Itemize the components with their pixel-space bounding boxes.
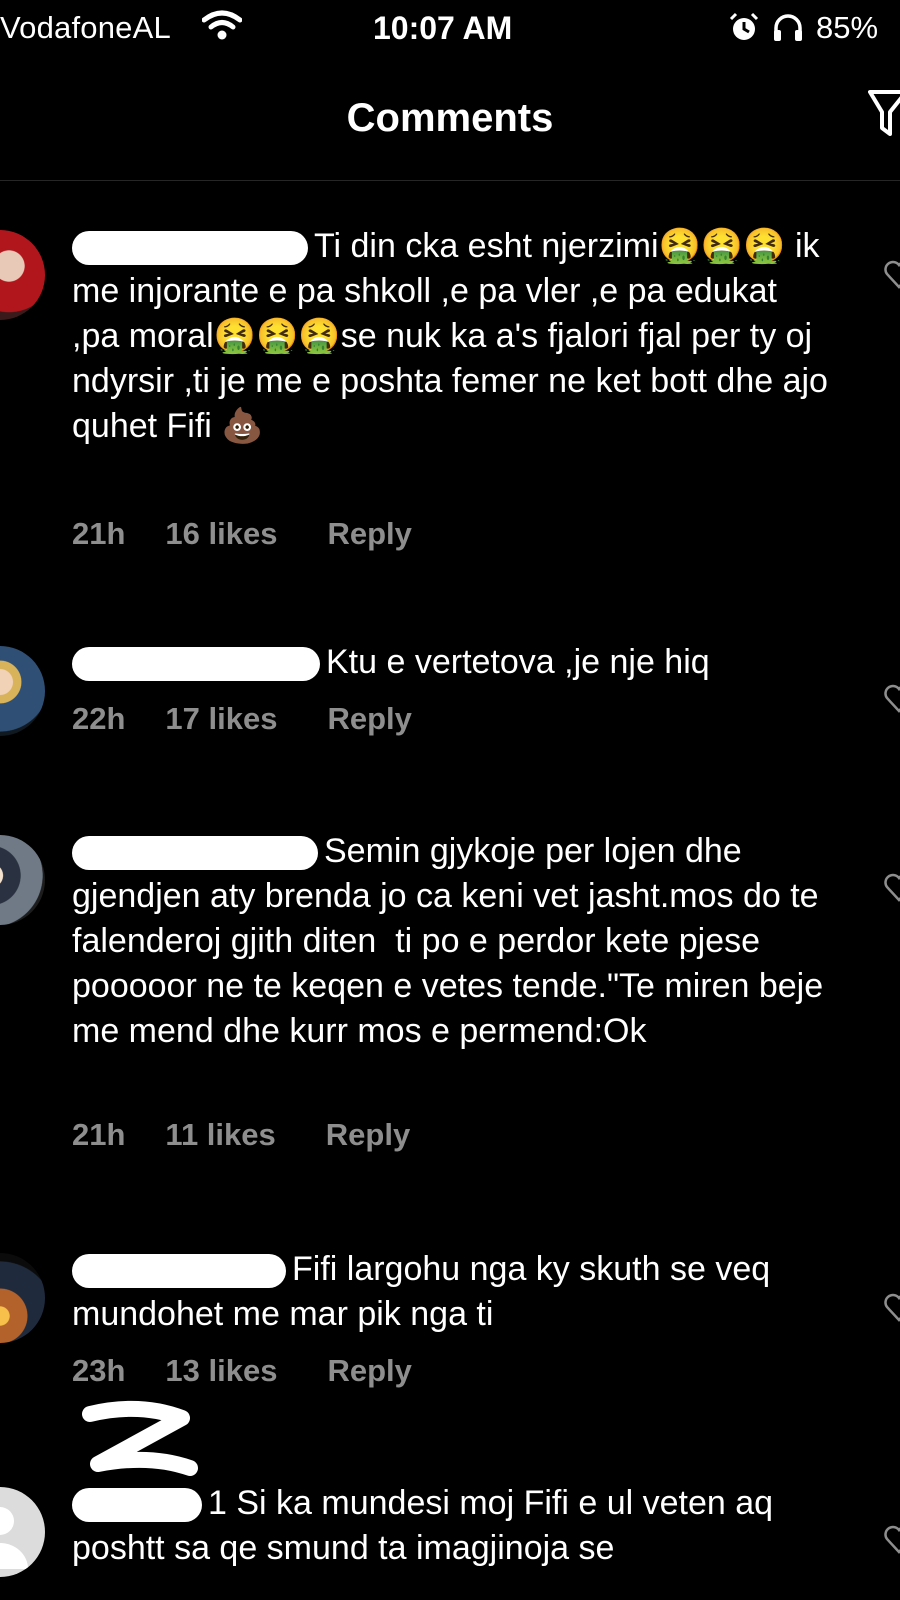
alarm-icon: [729, 12, 759, 40]
comment-time: 21h: [72, 516, 126, 551]
comment-username[interactable]: [72, 1254, 286, 1289]
comment-meta: 22h 17 likes Reply: [72, 701, 412, 737]
comment-meta: 23h 13 likes Reply: [72, 1353, 412, 1389]
reply-button[interactable]: Reply: [327, 701, 411, 737]
page-title: Comments: [346, 96, 554, 140]
comment-meta: 21h 11 likes Reply: [72, 1117, 410, 1153]
wifi-icon: [202, 10, 242, 40]
heart-icon[interactable]: [884, 684, 900, 714]
battery-percentage: 85%: [816, 10, 879, 45]
scribble-redaction: [82, 1400, 198, 1476]
headphones-icon: [774, 14, 802, 41]
carrier-name: VodafoneAL: [0, 10, 171, 45]
avatar[interactable]: [0, 1253, 45, 1343]
status-time: 10:07 AM: [373, 10, 513, 46]
filter-icon[interactable]: [868, 88, 900, 142]
comment-time: 23h: [72, 1353, 126, 1388]
comment-username[interactable]: [72, 231, 308, 266]
comments-header: Comments: [0, 62, 900, 181]
comment-likes[interactable]: 13 likes: [165, 1353, 277, 1389]
comment-likes[interactable]: 16 likes: [165, 516, 277, 552]
reply-button[interactable]: Reply: [327, 516, 411, 552]
heart-icon[interactable]: [884, 260, 900, 290]
comment-username[interactable]: [72, 647, 320, 682]
reply-button[interactable]: Reply: [326, 1117, 410, 1153]
avatar[interactable]: [0, 1487, 45, 1577]
comment-text: Ktu e vertetova ,je nje hiq: [326, 643, 710, 681]
status-bar: VodafoneAL 10:07 AM 85%: [0, 0, 900, 62]
heart-icon[interactable]: [884, 873, 900, 903]
avatar[interactable]: [0, 835, 45, 925]
comment-likes[interactable]: 11 likes: [165, 1117, 275, 1153]
avatar[interactable]: [0, 230, 45, 320]
heart-icon[interactable]: [884, 1525, 900, 1555]
avatar[interactable]: [0, 646, 45, 736]
comment-meta: 21h 16 likes Reply: [72, 516, 412, 552]
comment-time: 21h: [72, 1117, 126, 1152]
reply-button[interactable]: Reply: [327, 1353, 411, 1389]
default-avatar-icon: [0, 1507, 28, 1569]
comment-time: 22h: [72, 701, 126, 736]
comment-username[interactable]: [72, 836, 318, 871]
heart-icon[interactable]: [884, 1293, 900, 1323]
comment-likes[interactable]: 17 likes: [165, 701, 277, 737]
